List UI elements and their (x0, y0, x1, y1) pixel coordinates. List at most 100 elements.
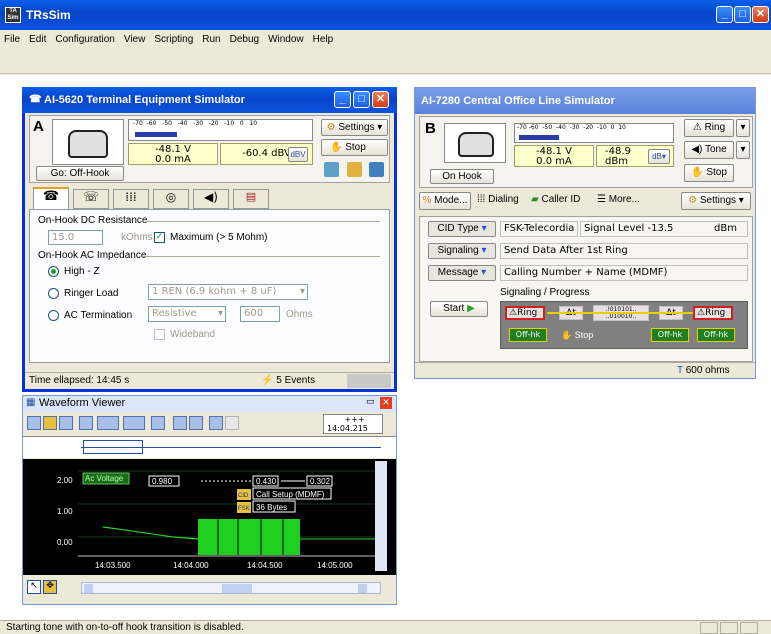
wf-tool-zoom[interactable] (27, 416, 41, 430)
menu-edit[interactable]: Edit (29, 34, 46, 45)
tab-phone[interactable]: ☎ (33, 187, 69, 209)
wf-tool-d[interactable] (209, 416, 223, 430)
wf-tool-cursor[interactable] (123, 416, 145, 430)
waveform-scope[interactable]: 2.00 1.00 0.00 Ac Voltage 0.980 0.430 0.… (23, 459, 396, 575)
tool-icon-2[interactable] (347, 162, 362, 177)
menu-file[interactable]: File (4, 34, 20, 45)
close-button[interactable]: ✕ (752, 6, 769, 23)
ac-type-select[interactable]: Resistive ▾ (148, 306, 226, 322)
menu-debug[interactable]: Debug (230, 34, 259, 45)
settings-button[interactable]: ⚙ Settings ▾ (321, 119, 388, 136)
wf-tool-b[interactable] (173, 416, 187, 430)
signaling-button[interactable]: Signaling ▾ (428, 243, 496, 259)
message-button[interactable]: Message ▾ (428, 265, 496, 281)
status-icons[interactable] (347, 374, 391, 388)
signal-level-field[interactable]: Signal Level -13.5 dBm (580, 221, 748, 237)
cid-badge: CID (238, 493, 249, 499)
menu-view[interactable]: View (124, 34, 146, 45)
wf-tool-mark[interactable] (43, 416, 57, 430)
on-hook-button[interactable]: On Hook (430, 169, 494, 184)
tab-dial[interactable]: ◎ (153, 189, 189, 209)
tool-icon-1[interactable] (324, 162, 339, 177)
menu-scripting[interactable]: Scripting (154, 34, 193, 45)
dbm-toggle-icon[interactable]: dB▾ (648, 149, 670, 164)
tab-line[interactable]: ☏ (73, 189, 109, 209)
tone-dropdown[interactable]: ▾ (736, 141, 750, 159)
co-stop-button[interactable]: ✋ Stop (684, 164, 734, 182)
co-status-bar: T 600 ohms (415, 362, 755, 378)
status-pane-2 (720, 622, 738, 634)
tool-icon-3[interactable] (369, 162, 384, 177)
fsk-badge: FSK (238, 506, 250, 512)
wf-tool-signal[interactable] (97, 416, 119, 430)
terminal-minimize-button[interactable]: _ (334, 91, 351, 108)
level-meter: -70 -60 -50 -40 -30 -20 -10 0 10 (128, 119, 313, 141)
scroll-right-icon[interactable] (358, 584, 367, 593)
dialing-button[interactable]: ⁞⁞⁞ Dialing (477, 192, 529, 210)
wf-tool-image[interactable] (79, 416, 93, 430)
go-offhook-button[interactable]: Go: Off-Hook (36, 166, 124, 181)
h-scrollbar[interactable] (81, 582, 381, 594)
dbv-toggle-icon[interactable]: dBV (288, 147, 308, 162)
maximize-button[interactable]: □ (734, 6, 751, 23)
co-telephone-icon[interactable] (458, 132, 494, 157)
high-z-radio[interactable] (48, 266, 59, 277)
scroll-thumb[interactable] (222, 584, 252, 593)
start-button[interactable]: Start ▶ (430, 301, 488, 317)
scroll-left-icon[interactable] (84, 584, 93, 593)
pointer-tool-icon[interactable]: ↖ (27, 580, 41, 594)
tab-display[interactable]: ▤ (233, 189, 269, 209)
co-stop-hand-icon: ✋ (691, 167, 704, 178)
ohms-unit: Ohms (286, 309, 313, 320)
progress-title: Signaling / Progress (500, 287, 590, 298)
move-tool-icon[interactable]: ✥ (43, 580, 57, 594)
ac-ohms-input[interactable]: 600 (240, 306, 280, 322)
menu-window[interactable]: Window (268, 34, 304, 45)
waveform-overview[interactable] (23, 436, 396, 458)
more-button[interactable]: ☰ More... (597, 192, 669, 210)
menu-configuration[interactable]: Configuration (55, 34, 114, 45)
waveform-restore-icon[interactable]: ▭ (366, 397, 375, 407)
chevron-icon: ▾ (481, 245, 487, 256)
menu-bar: File Edit Configuration View Scripting Run Deb… (0, 32, 771, 48)
message-value[interactable]: Calling Number + Name (MDMF) (500, 265, 748, 281)
callerid-button[interactable]: ▰ Caller ID (531, 192, 593, 210)
waveform-viewer-window: ▦ Waveform Viewer ▭ ✕ +++ 14:04.215 2.00… (22, 395, 397, 605)
ac-termination-radio[interactable] (48, 310, 59, 321)
terminal-close-button[interactable]: ✕ (372, 91, 389, 108)
status-pane-1 (700, 622, 718, 634)
ringer-load-radio[interactable] (48, 288, 59, 299)
cid-type-button[interactable]: CID Type ▾ (428, 221, 496, 237)
mark-2: 0.430 (256, 477, 277, 486)
wf-tool-c[interactable] (189, 416, 203, 430)
stop-button[interactable]: ✋ Stop (321, 139, 388, 156)
terminal-maximize-button[interactable]: □ (353, 91, 370, 108)
wf-tool-a[interactable] (151, 416, 165, 430)
cid-type-value[interactable]: FSK-Telecordia (500, 221, 578, 237)
stop-hand-icon: ✋ (561, 330, 573, 340)
chevron-down-icon: ▾ (299, 286, 305, 297)
signaling-value[interactable]: Send Data After 1st Ring (500, 243, 748, 259)
ring-button[interactable]: ⚠ Ring (684, 119, 734, 137)
wideband-checkbox[interactable] (154, 329, 165, 340)
telephone-icon[interactable] (68, 130, 108, 158)
mode-button[interactable]: % Mode... (419, 192, 471, 210)
wf-tool-fit[interactable] (59, 416, 73, 430)
co-title-bar: AI-7280 Central Office Line Simulator (415, 88, 755, 114)
wf-tool-e[interactable] (225, 416, 239, 430)
menu-run[interactable]: Run (202, 34, 220, 45)
ring-dropdown[interactable]: ▾ (736, 119, 750, 137)
toolbar (0, 50, 771, 119)
ringer-load-select[interactable]: 1 REN (6.9 kohm + 8 uF) ▾ (148, 284, 308, 300)
dc-resistance-input[interactable]: 15.0 (48, 230, 103, 245)
tone-button[interactable]: ◀) Tone (684, 141, 734, 159)
waveform-close-icon[interactable]: ✕ (380, 397, 392, 409)
tab-dialpad[interactable]: ⁞⁞⁞ (113, 189, 149, 209)
co-settings-button[interactable]: ⚙ Settings ▾ (681, 192, 751, 210)
menu-help[interactable]: Help (313, 34, 334, 45)
scope-scrollbar[interactable] (375, 461, 387, 571)
tab-audio[interactable]: ◀) (193, 189, 229, 209)
minimize-button[interactable]: _ (716, 6, 733, 23)
maximum-checkbox[interactable]: ✓ (154, 232, 165, 243)
mark-3: 0.302 (310, 477, 331, 486)
